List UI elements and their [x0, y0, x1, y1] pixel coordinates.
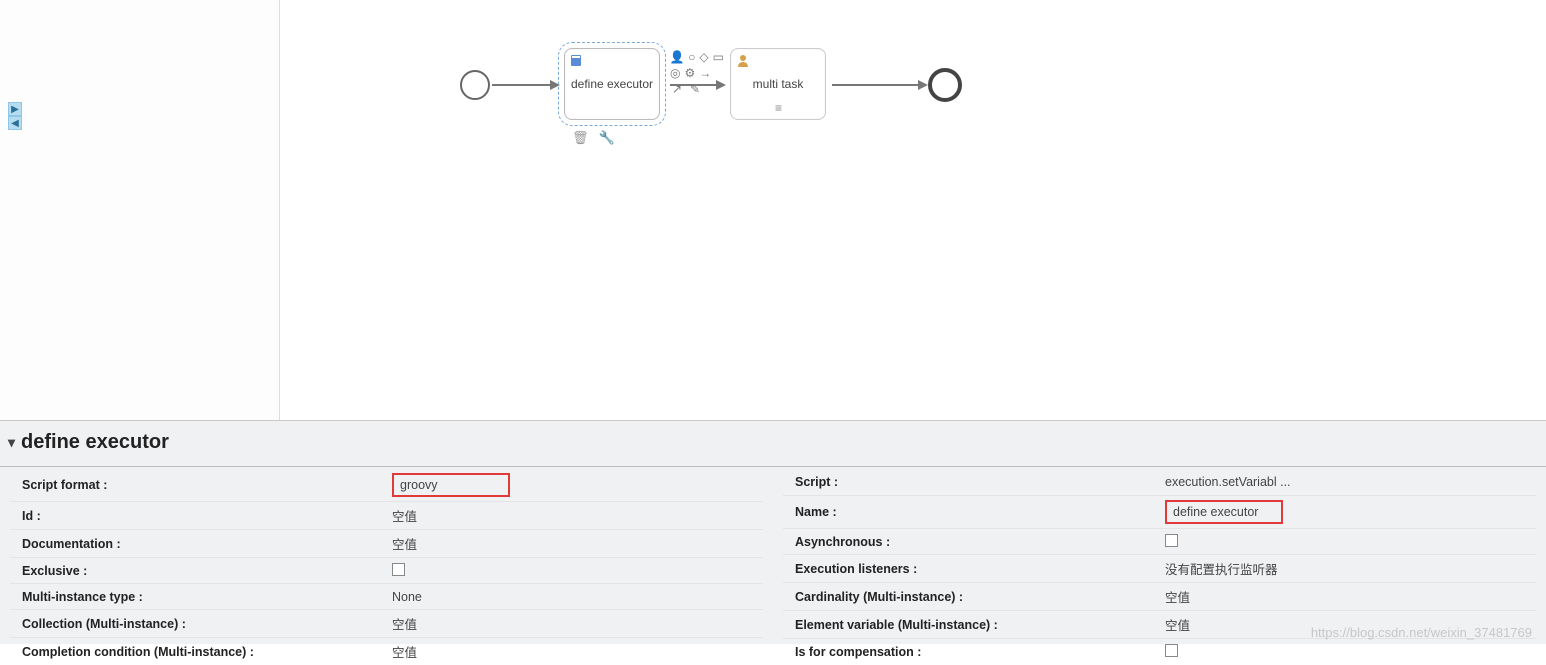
property-label: Id :: [22, 509, 392, 523]
blank-icon: [715, 66, 724, 80]
property-row[interactable]: Script format :groovy: [10, 469, 763, 501]
start-event-node[interactable]: [460, 70, 490, 100]
property-label: Execution listeners :: [795, 562, 1165, 576]
user-task-node[interactable]: multi task ≡: [730, 48, 826, 120]
properties-header[interactable]: ▾ define executor: [0, 427, 1546, 467]
user-icon: [735, 53, 751, 69]
property-label: Element variable (Multi-instance) :: [795, 618, 1165, 632]
property-label: Asynchronous :: [795, 535, 1165, 549]
checkbox[interactable]: [1165, 534, 1178, 547]
collapse-left-icon[interactable]: ◀: [8, 116, 22, 130]
property-value[interactable]: groovy: [392, 473, 751, 497]
property-value[interactable]: 空值: [1165, 615, 1524, 634]
property-value[interactable]: 空值: [1165, 587, 1524, 606]
property-row[interactable]: Collection (Multi-instance) :空值: [10, 609, 763, 637]
gear-icon[interactable]: ⚙: [684, 66, 695, 80]
property-row[interactable]: Documentation :空值: [10, 529, 763, 557]
properties-panel: ▾ define executor Script format :groovyI…: [0, 420, 1546, 644]
sequence-flow-3[interactable]: [832, 84, 926, 86]
property-value[interactable]: 空值: [392, 614, 751, 633]
circle-end-icon[interactable]: ◎: [670, 66, 680, 80]
chevron-down-icon[interactable]: ▾: [8, 434, 15, 451]
trash-icon[interactable]: 🗑: [572, 130, 589, 146]
property-row[interactable]: Asynchronous :: [783, 528, 1536, 554]
property-label: Documentation :: [22, 537, 392, 551]
sequence-flow-2[interactable]: [670, 84, 724, 86]
property-row[interactable]: Script :execution.setVariabl ...: [783, 469, 1536, 495]
script-icon: [569, 53, 585, 69]
checkbox[interactable]: [392, 563, 405, 576]
property-row[interactable]: Name :define executor: [783, 495, 1536, 528]
checkbox[interactable]: [1165, 644, 1178, 657]
property-label: Multi-instance type :: [22, 590, 392, 604]
property-label: Is for compensation :: [795, 645, 1165, 659]
property-label: Exclusive :: [22, 564, 392, 578]
context-bottom-toolbar: 🗑 🔧: [572, 130, 615, 146]
script-task-label: define executor: [571, 77, 653, 91]
bpmn-canvas[interactable]: define executor 👤 ○ ◇ ▭ ◎ ⚙ → ↗ ✎ 🗑 🔧 mu…: [280, 0, 1546, 420]
properties-right-column: Script :execution.setVariabl ...Name :de…: [773, 469, 1546, 665]
sequence-flow-1[interactable]: [492, 84, 558, 86]
left-panel: ▶ ◀: [0, 0, 280, 420]
property-row[interactable]: Element variable (Multi-instance) :空值: [783, 610, 1536, 638]
document-icon[interactable]: ▭: [713, 50, 724, 64]
expand-right-icon[interactable]: ▶: [8, 102, 22, 116]
property-value[interactable]: 没有配置执行监听器: [1165, 559, 1524, 578]
property-row[interactable]: Id :空值: [10, 501, 763, 529]
property-label: Script format :: [22, 478, 392, 492]
highlighted-value[interactable]: groovy: [392, 473, 510, 497]
property-row[interactable]: Exclusive :: [10, 557, 763, 583]
properties-left-column: Script format :groovyId :空值Documentation…: [0, 469, 773, 665]
end-event-node[interactable]: [928, 68, 962, 102]
property-label: Name :: [795, 505, 1165, 519]
properties-title: define executor: [21, 431, 169, 454]
wrench-icon[interactable]: 🔧: [599, 130, 615, 146]
property-label: Completion condition (Multi-instance) :: [22, 645, 392, 659]
property-value[interactable]: [1165, 534, 1524, 550]
diamond-icon[interactable]: ◇: [699, 50, 708, 64]
splitter-handle[interactable]: ▶ ◀: [8, 102, 22, 130]
circle-icon[interactable]: ○: [688, 50, 695, 64]
property-value[interactable]: 空值: [392, 534, 751, 553]
context-toolbar: 👤 ○ ◇ ▭ ◎ ⚙ → ↗ ✎: [670, 50, 724, 98]
arrow-icon[interactable]: →: [699, 66, 711, 80]
property-value[interactable]: [392, 563, 751, 579]
property-value[interactable]: [1165, 644, 1524, 660]
property-value[interactable]: execution.setVariabl ...: [1165, 475, 1524, 489]
highlighted-value[interactable]: define executor: [1165, 500, 1283, 524]
property-row[interactable]: Execution listeners :没有配置执行监听器: [783, 554, 1536, 582]
multi-instance-marker-icon: ≡: [775, 101, 781, 115]
property-row[interactable]: Completion condition (Multi-instance) :空…: [10, 637, 763, 665]
property-value[interactable]: 空值: [392, 642, 751, 661]
script-task-node[interactable]: define executor: [564, 48, 660, 120]
property-label: Script :: [795, 475, 1165, 489]
person-icon[interactable]: 👤: [670, 50, 684, 64]
property-row[interactable]: Is for compensation :: [783, 638, 1536, 664]
user-task-label: multi task: [753, 77, 804, 91]
property-row[interactable]: Cardinality (Multi-instance) :空值: [783, 582, 1536, 610]
property-label: Cardinality (Multi-instance) :: [795, 590, 1165, 604]
property-row[interactable]: Multi-instance type :None: [10, 583, 763, 609]
property-label: Collection (Multi-instance) :: [22, 617, 392, 631]
property-value[interactable]: None: [392, 590, 751, 604]
property-value[interactable]: define executor: [1165, 500, 1524, 524]
property-value[interactable]: 空值: [392, 506, 751, 525]
